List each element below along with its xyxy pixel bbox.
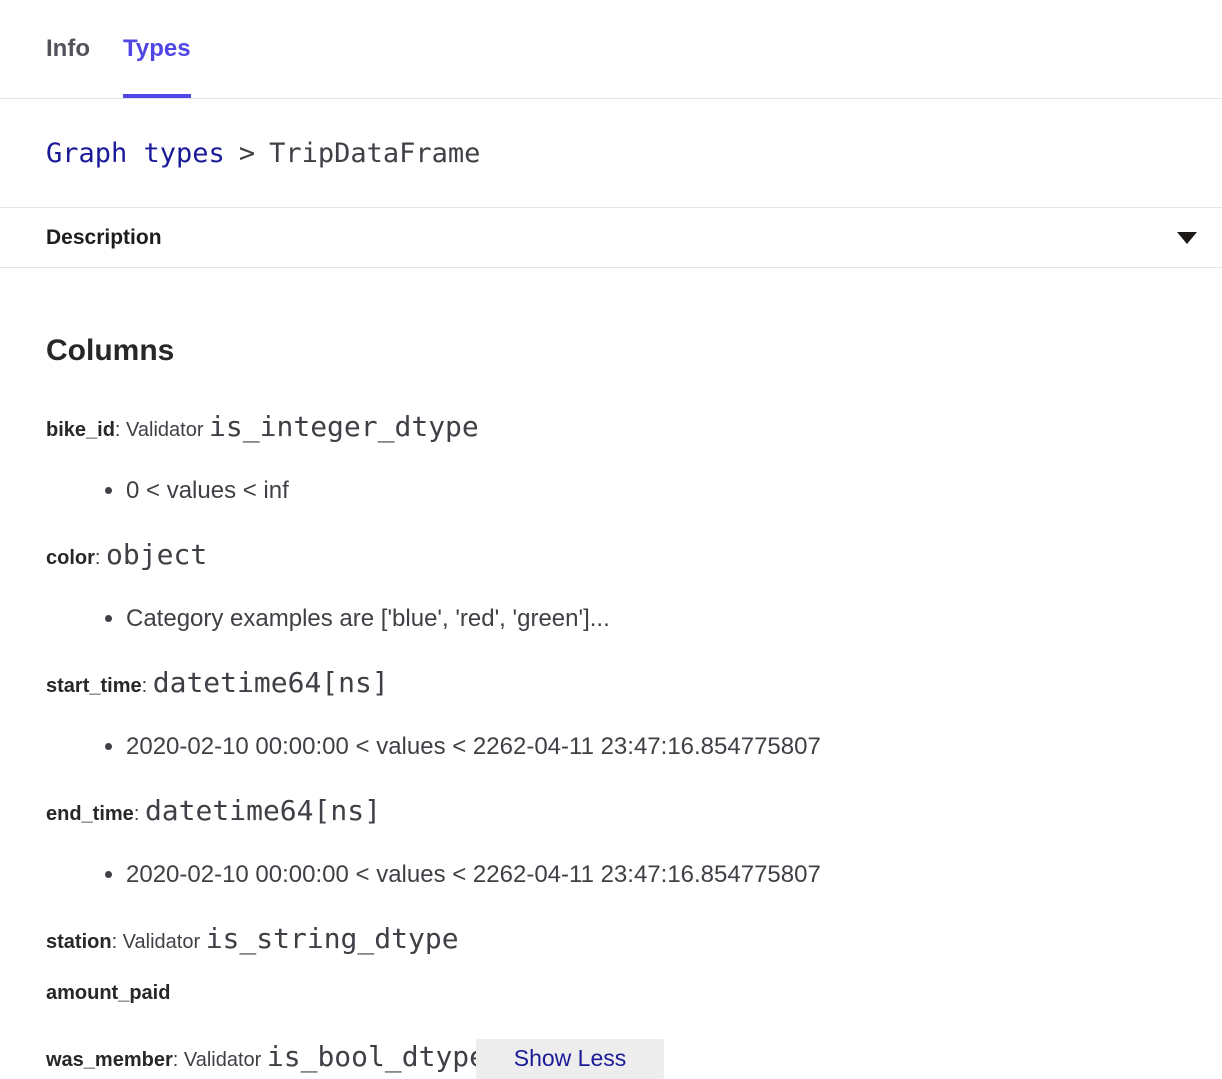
column-bullet: 2020-02-10 00:00:00 < values < 2262-04-1… — [126, 732, 1176, 762]
column-entry-color: color: object — [46, 538, 1176, 575]
column-type-code: is_bool_dtype — [267, 1040, 476, 1073]
column-annotation: : — [95, 547, 106, 569]
column-entry-end-time: end_time: datetime64[ns] — [46, 794, 1176, 831]
column-type-code: is_string_dtype — [206, 922, 459, 955]
column-constraints-list: 2020-02-10 00:00:00 < values < 2262-04-1… — [46, 860, 1176, 890]
column-constraints-list: 2020-02-10 00:00:00 < values < 2262-04-1… — [46, 732, 1176, 762]
column-name: end_time — [46, 803, 134, 825]
column-entry-amount-paid: amount_paid — [46, 980, 1176, 1006]
column-entry-station: station: Validator is_string_dtype — [46, 922, 1176, 959]
caret-down-icon — [1177, 232, 1197, 244]
column-bullet: 0 < values < inf — [126, 476, 1176, 506]
breadcrumb-separator: > — [239, 138, 255, 169]
column-annotation: : — [142, 675, 153, 697]
column-type-code: datetime64[ns] — [153, 666, 389, 699]
column-entry-start-time: start_time: datetime64[ns] — [46, 666, 1176, 703]
breadcrumb: Graph types > TripDataFrame — [0, 99, 1222, 208]
column-name: start_time — [46, 675, 142, 697]
column-name: amount_paid — [46, 982, 170, 1004]
column-annotation: : Validator — [115, 419, 209, 441]
column-bullet: Category examples are ['blue', 'red', 'g… — [126, 604, 1176, 634]
column-name: station — [46, 931, 112, 953]
column-annotation: : Validator — [173, 1049, 267, 1071]
column-name: was_member — [46, 1049, 173, 1071]
description-title: Description — [46, 226, 162, 250]
column-constraints-list: Category examples are ['blue', 'red', 'g… — [46, 604, 1176, 634]
column-entry-bike-id: bike_id: Validator is_integer_dtype — [46, 410, 1176, 447]
column-constraints-list: 0 < values < inf — [46, 476, 1176, 506]
breadcrumb-current-tripdataframe: TripDataFrame — [269, 138, 480, 169]
breadcrumb-link-graph-types[interactable]: Graph types — [46, 138, 225, 169]
columns-heading: Columns — [46, 333, 1176, 369]
column-annotation: : Validator — [112, 931, 206, 953]
truncated-column-text: was_member: Validator is_bool_dtype — [46, 1040, 476, 1077]
column-entry-was-member: was_member: Validator is_bool_dtypeShow … — [46, 1038, 1176, 1079]
description-accordion-header[interactable]: Description — [0, 208, 1222, 268]
column-name: color — [46, 547, 95, 569]
tab-types[interactable]: Types — [123, 0, 191, 98]
column-type-code: datetime64[ns] — [145, 794, 381, 827]
column-type-code: is_integer_dtype — [209, 410, 479, 443]
column-bullet: 2020-02-10 00:00:00 < values < 2262-04-1… — [126, 860, 1176, 890]
column-annotation: : — [134, 803, 145, 825]
tab-bar: Info Types — [0, 0, 1222, 99]
tab-info[interactable]: Info — [46, 0, 90, 98]
column-name: bike_id — [46, 419, 115, 441]
columns-section: Columns bike_id: Validator is_integer_dt… — [0, 268, 1222, 1079]
column-type-code: object — [106, 538, 207, 571]
show-less-button[interactable]: Show Less — [476, 1039, 664, 1079]
